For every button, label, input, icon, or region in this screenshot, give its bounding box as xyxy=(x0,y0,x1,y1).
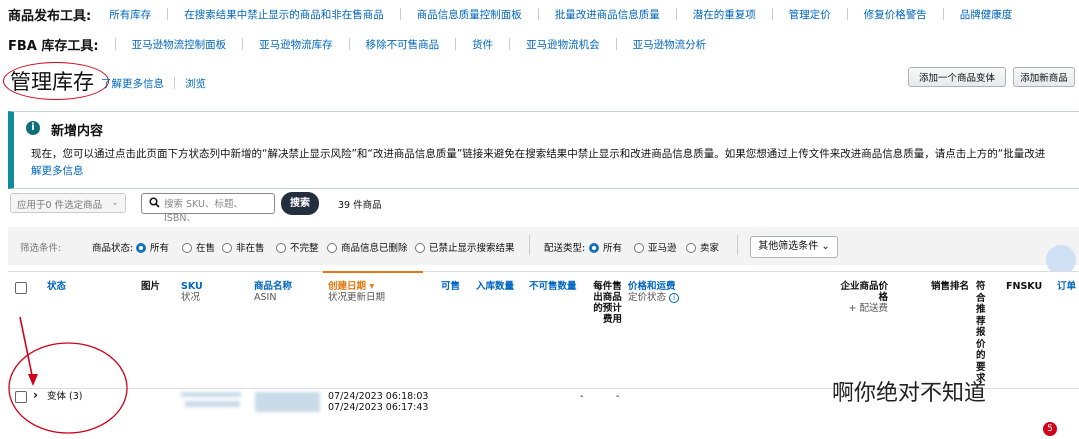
status-filter-deleted[interactable]: 商品信息已删除 xyxy=(327,240,408,254)
info-icon: i xyxy=(669,293,680,303)
tool-remove-unsellable[interactable]: 移除不可售商品 xyxy=(366,37,440,52)
info-icon: i xyxy=(26,121,40,135)
delivery-filter-seller[interactable]: 卖家 xyxy=(686,240,719,254)
delivery-filter-label: 配送类型: xyxy=(544,243,586,254)
col-available[interactable]: 可售 xyxy=(441,281,460,292)
browse-link[interactable]: 浏览 xyxy=(185,76,206,91)
col-status[interactable]: 状态 xyxy=(47,281,66,292)
redacted-sku xyxy=(181,392,241,397)
col-reco-price: 符合推 荐报价 的要求 xyxy=(976,281,986,384)
info-body: 现在，您可以通过点击此页面下方状态列中新增的“解决禁止显示风险”和“改进商品信息… xyxy=(31,146,1079,180)
divider xyxy=(174,77,175,89)
bulk-action-label: 应用于0 件选定商品 xyxy=(17,200,103,211)
item-count: 39 件商品 xyxy=(338,200,382,211)
listing-tools-label: 商品发布工具: xyxy=(8,8,92,24)
status-filter-incomplete[interactable]: 不完整 xyxy=(276,240,319,254)
tool-fba-opportunities[interactable]: 亚马逊物流机会 xyxy=(526,37,600,52)
search-input[interactable]: 搜索 SKU、标题、ISBN、 xyxy=(141,193,275,224)
radio-icon xyxy=(634,243,644,253)
status-filter-inactive[interactable]: 非在售 xyxy=(222,240,265,254)
select-all-checkbox[interactable] xyxy=(15,282,27,294)
status-filter-label: 商品状态: xyxy=(92,243,134,254)
bulk-action-select[interactable]: 应用于0 件选定商品 ⌄ xyxy=(10,193,126,213)
tool-fba-analytics[interactable]: 亚马逊物流分析 xyxy=(633,37,707,52)
title-annotation-circle xyxy=(3,62,109,100)
status-filter-suppressed[interactable]: 已禁止显示搜索结果 xyxy=(415,240,515,254)
col-created[interactable]: 创建日期 ▾ 状况更新日期 xyxy=(328,281,385,303)
col-orders[interactable]: 订单 xyxy=(1057,281,1076,292)
radio-icon xyxy=(222,243,232,253)
chevron-down-icon: ⌄ xyxy=(111,197,119,208)
tool-pricing[interactable]: 管理定价 xyxy=(789,7,831,22)
redacted-name xyxy=(255,392,320,412)
filter-label: 筛选条件: xyxy=(20,243,62,254)
tool-shipments[interactable]: 货件 xyxy=(472,37,493,52)
status-filter-active[interactable]: 在售 xyxy=(182,240,215,254)
col-fnsku: FNSKU xyxy=(1006,281,1043,292)
col-sales-rank: 销售排名 xyxy=(931,281,970,292)
col-business-price: 企业商品价格 + 配送费 xyxy=(840,281,888,314)
listing-tools-bar: 商品发布工具: 所有库存 在搜索结果中禁止显示的商品和非在售商品 商品信息质量控… xyxy=(8,4,1012,24)
more-filters-label: 其他筛选条件 xyxy=(758,241,819,252)
created-date: 07/24/2023 06:18:03 xyxy=(328,391,429,402)
search-icon xyxy=(149,197,160,208)
chevron-down-icon: ⌄ xyxy=(821,241,830,252)
delivery-filter-all[interactable]: 所有 xyxy=(589,240,622,254)
col-unsellable[interactable]: 不可售数量 xyxy=(529,281,577,292)
redacted-sku xyxy=(185,401,240,407)
info-body-line1: 现在，您可以通过点击此页面下方状态列中新增的“解决禁止显示风险”和“改进商品信息… xyxy=(31,148,1046,160)
tool-price-alerts[interactable]: 修复价格警告 xyxy=(864,7,927,22)
info-learn-more-link[interactable]: 解更多信息 xyxy=(31,163,1079,180)
col-sku[interactable]: SKU 状况 xyxy=(181,281,203,303)
status-date: 07/24/2023 06:17:43 xyxy=(328,402,429,413)
info-title: 新增内容 xyxy=(51,124,104,139)
tool-fba-dashboard[interactable]: 亚马逊物流控制面板 xyxy=(132,37,227,52)
tool-duplicates[interactable]: 潜在的重复项 xyxy=(693,7,756,22)
fba-tools-label: FBA 库存工具: xyxy=(8,38,99,54)
sort-indicator xyxy=(323,271,423,273)
col-image: 图片 xyxy=(141,281,161,292)
col-name[interactable]: 商品名称 ASIN xyxy=(254,281,292,303)
radio-icon xyxy=(136,243,146,253)
price-value: - xyxy=(616,391,620,402)
divider xyxy=(737,235,738,255)
col-inbound[interactable]: 入库数量 xyxy=(476,281,514,292)
annotation-arrow-and-circle xyxy=(8,316,128,434)
more-filters-button[interactable]: 其他筛选条件 ⌄ xyxy=(750,236,838,258)
radio-icon xyxy=(182,243,192,253)
radio-icon xyxy=(327,243,337,253)
learn-more-link[interactable]: 了解更多信息 xyxy=(101,76,164,91)
add-product-button[interactable]: 添加新商品 xyxy=(1013,67,1075,87)
tool-suppressed[interactable]: 在搜索结果中禁止显示的商品和非在售商品 xyxy=(184,7,384,22)
search-button[interactable]: 搜索 xyxy=(281,192,319,215)
watermark: 啊你绝对不知道 xyxy=(832,381,987,406)
notification-badge[interactable]: 5 xyxy=(1043,422,1057,436)
delivery-filter-amazon[interactable]: 亚马逊 xyxy=(634,240,677,254)
tool-bulk-fix[interactable]: 批量改进商品信息质量 xyxy=(555,7,660,22)
add-variant-button[interactable]: 添加一个商品变体 xyxy=(908,67,1006,87)
tool-fba-inventory[interactable]: 亚马逊物流库存 xyxy=(259,37,333,52)
fees-value: - xyxy=(580,391,584,402)
tool-brand-health[interactable]: 品牌健康度 xyxy=(960,7,1013,22)
radio-icon xyxy=(686,243,696,253)
divider xyxy=(529,235,530,255)
radio-icon xyxy=(415,243,425,253)
tool-quality-dashboard[interactable]: 商品信息质量控制面板 xyxy=(417,7,522,22)
col-fees: 每件售 出商品 的预计 费用 xyxy=(593,281,623,325)
tool-all-inventory[interactable]: 所有库存 xyxy=(109,7,151,22)
col-price[interactable]: 价格和运费 定价状态 i xyxy=(628,281,680,303)
radio-icon xyxy=(276,243,286,253)
sort-down-icon: ▾ xyxy=(369,281,375,292)
status-filter-all[interactable]: 所有 xyxy=(136,240,169,254)
radio-icon xyxy=(589,243,599,253)
fba-tools-bar: FBA 库存工具: 亚马逊物流控制面板 亚马逊物流库存 移除不可售商品 货件 亚… xyxy=(8,34,706,54)
